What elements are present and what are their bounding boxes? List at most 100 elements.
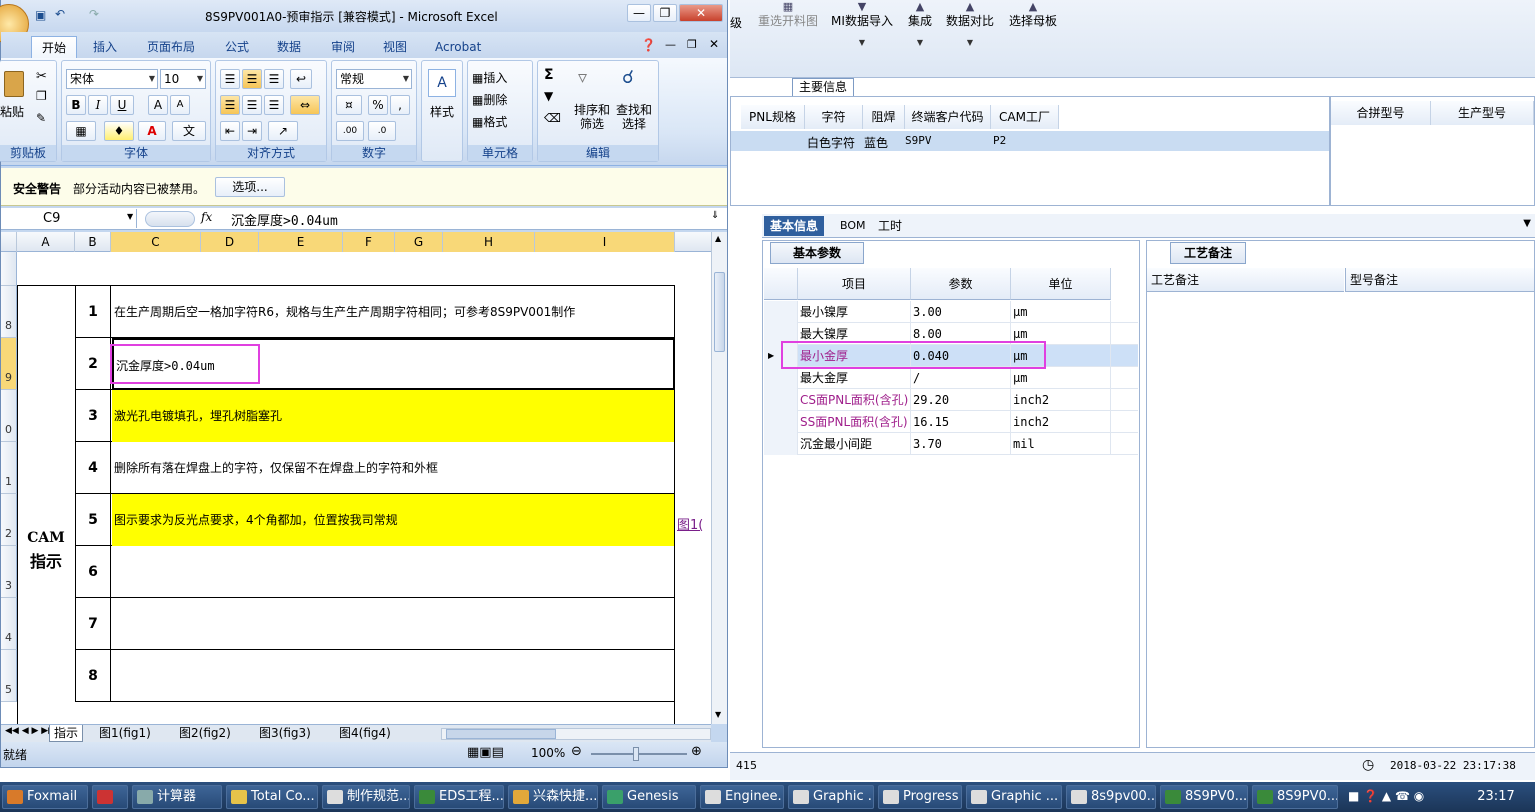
cut-icon[interactable]: ✂ xyxy=(36,69,47,84)
col-header-g[interactable]: G xyxy=(395,232,443,252)
tab-view[interactable]: 视图 xyxy=(373,36,417,58)
row-text[interactable]: 图示要求为反光点要求，4个角都加，位置按我司常规 xyxy=(112,494,675,546)
expand-formula-icon[interactable]: ⇓ xyxy=(711,210,719,221)
comma-button[interactable]: , xyxy=(390,95,410,115)
copy-icon[interactable]: ❐ xyxy=(36,89,47,103)
table-row[interactable]: 3 激光孔电镀填孔，埋孔树脂塞孔 xyxy=(75,390,675,442)
worksheet-grid[interactable]: 8 9 0 1 2 3 4 5 CAM 指示 1 在生产周期后空一格加字符R6，规… xyxy=(1,252,711,724)
align-top-icon[interactable]: ☰ xyxy=(220,69,240,89)
taskbar-item-eds[interactable]: EDS工程... xyxy=(414,785,504,809)
ribbon-restore-icon[interactable]: ❐ xyxy=(687,38,697,51)
figure-link[interactable]: 图1( xyxy=(677,514,703,533)
tab-review[interactable]: 审阅 xyxy=(321,36,365,58)
clear-icon[interactable]: ⌫ xyxy=(544,111,561,125)
currency-icon[interactable]: ¤ xyxy=(336,95,362,115)
taskbar-item-total-commander[interactable]: Total Co... xyxy=(226,785,318,809)
row-header[interactable]: 5 xyxy=(1,650,17,702)
taskbar-item-engineering[interactable]: Enginee... xyxy=(700,785,784,809)
horizontal-scrollbar[interactable] xyxy=(441,728,711,740)
row-header[interactable]: 2 xyxy=(1,494,17,546)
col-model-notes[interactable]: 型号备注 xyxy=(1345,268,1534,292)
row-header[interactable]: 4 xyxy=(1,598,17,650)
format-cells-button[interactable]: ▦格式 xyxy=(472,113,507,130)
scroll-thumb[interactable] xyxy=(714,272,725,352)
paste-icon[interactable] xyxy=(4,71,24,97)
col-char[interactable]: 字符 xyxy=(805,105,863,129)
decrease-indent-icon[interactable]: ⇤ xyxy=(220,121,240,141)
tab-work-hours[interactable]: 工时 xyxy=(872,216,908,236)
row-text[interactable] xyxy=(112,650,675,702)
security-options-button[interactable]: 选项... xyxy=(215,177,285,197)
fill-icon[interactable]: ▼ xyxy=(544,89,553,103)
increase-decimal-icon[interactable]: .00 xyxy=(336,121,364,141)
col-mask[interactable]: 阻焊 xyxy=(863,105,905,129)
row-text[interactable] xyxy=(112,546,675,598)
taskbar-item-xingsen[interactable]: 兴森快捷... xyxy=(508,785,598,809)
number-format-select[interactable]: 常规 ▼ xyxy=(336,69,412,89)
row-header[interactable]: 0 xyxy=(1,390,17,442)
zoom-level[interactable]: 100% xyxy=(531,746,565,760)
phonetic-icon[interactable]: 文 xyxy=(172,121,206,141)
col-header-d[interactable]: D xyxy=(201,232,259,252)
col-header-e[interactable]: E xyxy=(259,232,343,252)
param-row-gold-spacing[interactable]: 沉金最小间距 3.70 mil xyxy=(764,433,1138,455)
taskbar-item-8s9pv-1[interactable]: 8s9pv00... xyxy=(1066,785,1156,809)
insert-cells-button[interactable]: ▦插入 xyxy=(472,69,507,86)
align-left-icon[interactable]: ☰ xyxy=(220,95,240,115)
table-row[interactable]: 1 在生产周期后空一格加字符R6，规格与生产生产周期字符相同；可参考8S9PV00… xyxy=(75,286,675,338)
find-select-icon[interactable]: ☌ xyxy=(622,67,634,88)
col-merge-model[interactable]: 合拼型号 xyxy=(1331,101,1431,125)
help-icon[interactable]: ❓ xyxy=(641,38,656,52)
data-compare-button[interactable]: ▲ 数据对比 ▼ xyxy=(944,0,996,60)
row-header[interactable] xyxy=(1,252,17,286)
formula-content[interactable]: 沉金厚度>0.04um xyxy=(231,210,338,229)
taskbar-item-8s9pv-2[interactable]: 8S9PV0... xyxy=(1160,785,1248,809)
decrease-decimal-icon[interactable]: .0 xyxy=(368,121,396,141)
find-select-button[interactable]: 查找和 选择 xyxy=(616,103,652,131)
percent-button[interactable]: % xyxy=(368,95,388,115)
table-row[interactable]: 5 图示要求为反光点要求，4个角都加，位置按我司常规 xyxy=(75,494,675,546)
font-color-icon[interactable]: A xyxy=(138,121,166,141)
zoom-slider-thumb[interactable] xyxy=(633,747,639,761)
param-row-min-nickel[interactable]: 最小镍厚 3.00 μm xyxy=(764,301,1138,323)
select-mother-board-button[interactable]: ▲ 选择母板 xyxy=(1006,0,1060,60)
tab-basic-info[interactable]: 基本信息 xyxy=(764,216,825,236)
insert-function-icon[interactable]: fx xyxy=(201,210,212,224)
taskbar-item-genesis[interactable]: Genesis xyxy=(602,785,696,809)
delete-cells-button[interactable]: ▦删除 xyxy=(472,91,507,108)
redo-icon[interactable]: ↷ xyxy=(89,7,99,21)
taskbar-item-graphic-2[interactable]: Graphic ... xyxy=(966,785,1062,809)
paste-button[interactable]: 粘贴 xyxy=(0,103,24,120)
row-text[interactable]: 删除所有落在焊盘上的字符，仅保留不在焊盘上的字符和外框 xyxy=(112,442,675,494)
name-box[interactable]: C9 ▼ xyxy=(1,209,137,228)
taskbar-item-calculator[interactable]: 计算器 xyxy=(132,785,222,809)
row-text[interactable]: 激光孔电镀填孔，埋孔树脂塞孔 xyxy=(112,390,675,442)
grow-font-button[interactable]: A xyxy=(148,95,168,115)
row-header[interactable]: 3 xyxy=(1,546,17,598)
param-row-max-gold[interactable]: 最大金厚 / μm xyxy=(764,367,1138,389)
vertical-scrollbar[interactable]: ▲ ▼ xyxy=(711,232,727,724)
col-customer-code[interactable]: 终端客户代码 xyxy=(905,105,991,129)
reselect-cutting-button[interactable]: ▦ 重选开料图 xyxy=(758,0,818,60)
param-row-ss-area[interactable]: SS面PNL面积(含孔) 16.15 inch2 xyxy=(764,411,1138,433)
tab-basic-params[interactable]: 基本参数 xyxy=(770,242,864,264)
sheet-tab-active[interactable]: 指示 xyxy=(49,725,84,742)
col-header-f[interactable]: F xyxy=(343,232,395,252)
styles-icon[interactable]: A xyxy=(428,69,456,97)
tab-data[interactable]: 数据 xyxy=(267,36,311,58)
taskbar-item-app[interactable] xyxy=(92,785,128,809)
taskbar-item-foxmail[interactable]: Foxmail xyxy=(2,785,88,809)
font-name-select[interactable]: 宋体 ▼ xyxy=(66,69,158,89)
tab-home[interactable]: 开始 xyxy=(31,36,78,58)
sort-filter-icon[interactable]: ▿ xyxy=(578,67,587,88)
tab-formulas[interactable]: 公式 xyxy=(215,36,259,58)
align-center-icon[interactable]: ☰ xyxy=(242,95,262,115)
sheet-tab[interactable]: 图3(fig3) xyxy=(255,725,315,742)
merge-center-icon[interactable]: ⇔ xyxy=(290,95,320,115)
sheet-tab[interactable]: 图4(fig4) xyxy=(335,725,395,742)
minimize-button[interactable]: — xyxy=(627,4,651,22)
table-row[interactable]: 白色字符 蓝色 S9PV P2 xyxy=(731,131,1329,151)
table-row[interactable]: 4 删除所有落在焊盘上的字符，仅保留不在焊盘上的字符和外框 xyxy=(75,442,675,494)
col-header-h[interactable]: H xyxy=(443,232,535,252)
scroll-down-icon[interactable]: ▼ xyxy=(715,710,721,719)
